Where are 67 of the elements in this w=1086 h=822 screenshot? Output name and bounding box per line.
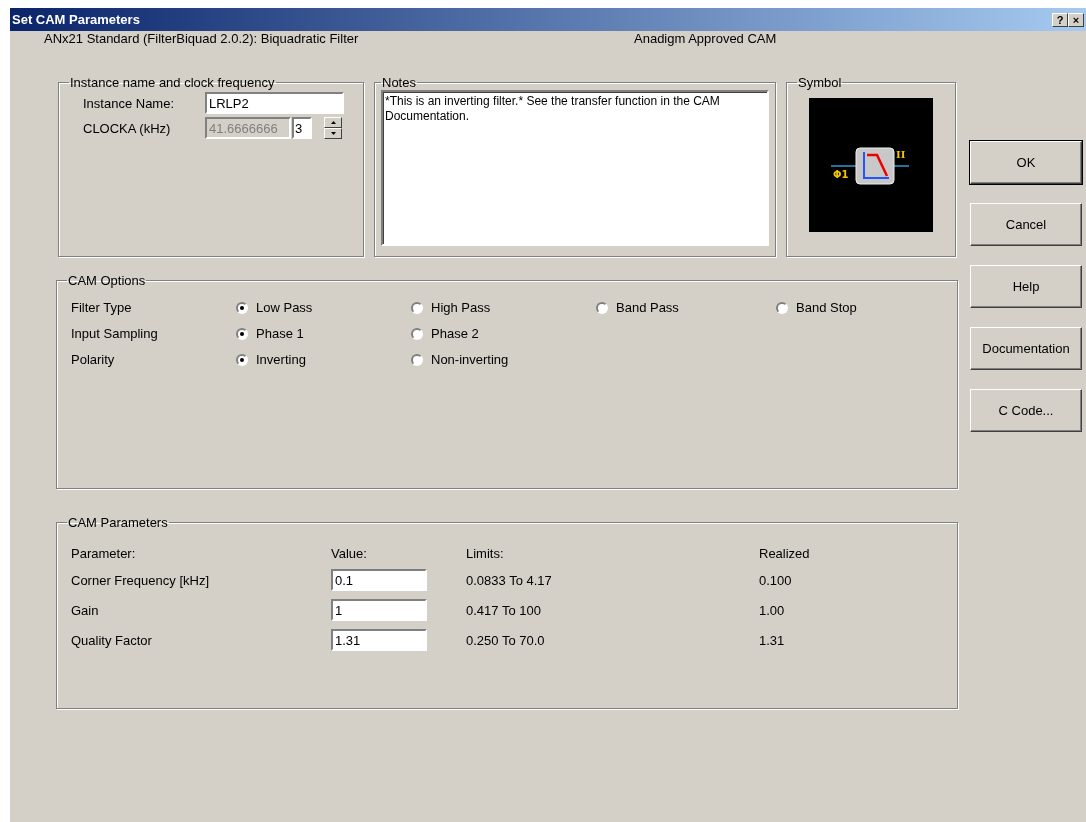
radio-label: Inverting <box>256 352 306 367</box>
radio-label: Band Stop <box>796 300 857 315</box>
radio-option[interactable]: Phase 2 <box>411 326 596 341</box>
radio-button[interactable] <box>236 301 248 314</box>
radio-option[interactable]: Band Stop <box>776 300 926 315</box>
close-button[interactable]: × <box>1068 12 1084 27</box>
dialog-button[interactable]: C Code... <box>970 389 1082 432</box>
realized-value: 1.00 <box>759 602 786 618</box>
option-label: Filter Type <box>71 300 133 315</box>
notes-field[interactable]: *This is an inverting filter.* See the transfer function in the CAM Documentation. <box>381 90 769 246</box>
column-header: Parameter: <box>71 546 137 561</box>
value-field[interactable]: 1.31 <box>331 629 427 651</box>
value-field[interactable]: 1 <box>331 599 427 621</box>
dialog-button[interactable]: OK <box>970 141 1082 184</box>
group-title: CAM Options <box>67 273 147 288</box>
realized-value: 0.100 <box>759 572 793 588</box>
realized-value: 1.31 <box>759 632 786 648</box>
radio-option[interactable]: Phase 1 <box>236 326 411 341</box>
down-arrow-icon <box>330 132 336 135</box>
lowpass-filter-drawing: Φ1 II <box>831 140 911 190</box>
radio-label: Low Pass <box>256 300 313 315</box>
radio-button[interactable] <box>411 353 423 366</box>
dialog-button[interactable]: Help <box>970 265 1082 308</box>
radio-button[interactable] <box>596 301 608 314</box>
cam-name-text: ANx21 Standard (FilterBiquad 2.0.2): Biquadratic Filter <box>44 31 360 48</box>
group-title: Symbol <box>797 75 843 90</box>
radio-label: Phase 2 <box>431 326 479 341</box>
radio-button[interactable] <box>411 301 423 314</box>
radio-option[interactable]: Band Pass <box>596 300 776 315</box>
parameter-name: Gain <box>71 602 100 618</box>
group-title: CAM Parameters <box>67 515 169 530</box>
approval-text: Anadigm Approved CAM <box>634 31 777 48</box>
radio-button[interactable] <box>776 301 788 314</box>
up-arrow-icon <box>330 121 336 124</box>
column-header: Value: <box>331 546 368 561</box>
radio-option[interactable]: Non-inverting <box>411 352 596 367</box>
radio-option[interactable]: Inverting <box>236 352 411 367</box>
parameter-name: Corner Frequency [kHz] <box>71 572 210 588</box>
window-title: Set CAM Parameters <box>12 12 140 27</box>
option-label: Polarity <box>71 352 116 367</box>
limits-text: 0.250 To 70.0 <box>466 632 546 648</box>
parameter-name: Quality Factor <box>71 632 153 648</box>
instance-name-field[interactable]: LRLP2 <box>205 92 344 114</box>
radio-option[interactable]: High Pass <box>411 300 596 315</box>
help-button[interactable]: ? <box>1052 12 1068 27</box>
radio-label: Band Pass <box>616 300 679 315</box>
radio-label: High Pass <box>431 300 491 315</box>
radio-button[interactable] <box>411 327 423 340</box>
limits-text: 0.417 To 100 <box>466 602 542 618</box>
instance-name-label: Instance Name: <box>83 95 176 111</box>
clock-label: CLOCKA (kHz) <box>83 120 172 136</box>
radio-button[interactable] <box>236 327 248 340</box>
group-title: Notes <box>381 75 417 90</box>
radio-label: Phase 1 <box>256 326 304 341</box>
dialog-button[interactable]: Cancel <box>970 203 1082 246</box>
radio-button[interactable] <box>236 353 248 366</box>
radio-option[interactable]: Low Pass <box>236 300 411 315</box>
limits-text: 0.0833 To 4.17 <box>466 572 553 588</box>
divider-field[interactable]: 3 <box>292 117 312 139</box>
group-title: Instance name and clock frequency <box>69 75 276 90</box>
dialog-button[interactable]: Documentation <box>970 327 1082 370</box>
column-header: Realized <box>759 546 811 561</box>
option-label: Input Sampling <box>71 326 159 341</box>
radio-label: Non-inverting <box>431 352 509 367</box>
spinner[interactable] <box>324 117 342 139</box>
value-field[interactable]: 0.1 <box>331 569 427 591</box>
column-header: Limits: <box>466 546 505 561</box>
